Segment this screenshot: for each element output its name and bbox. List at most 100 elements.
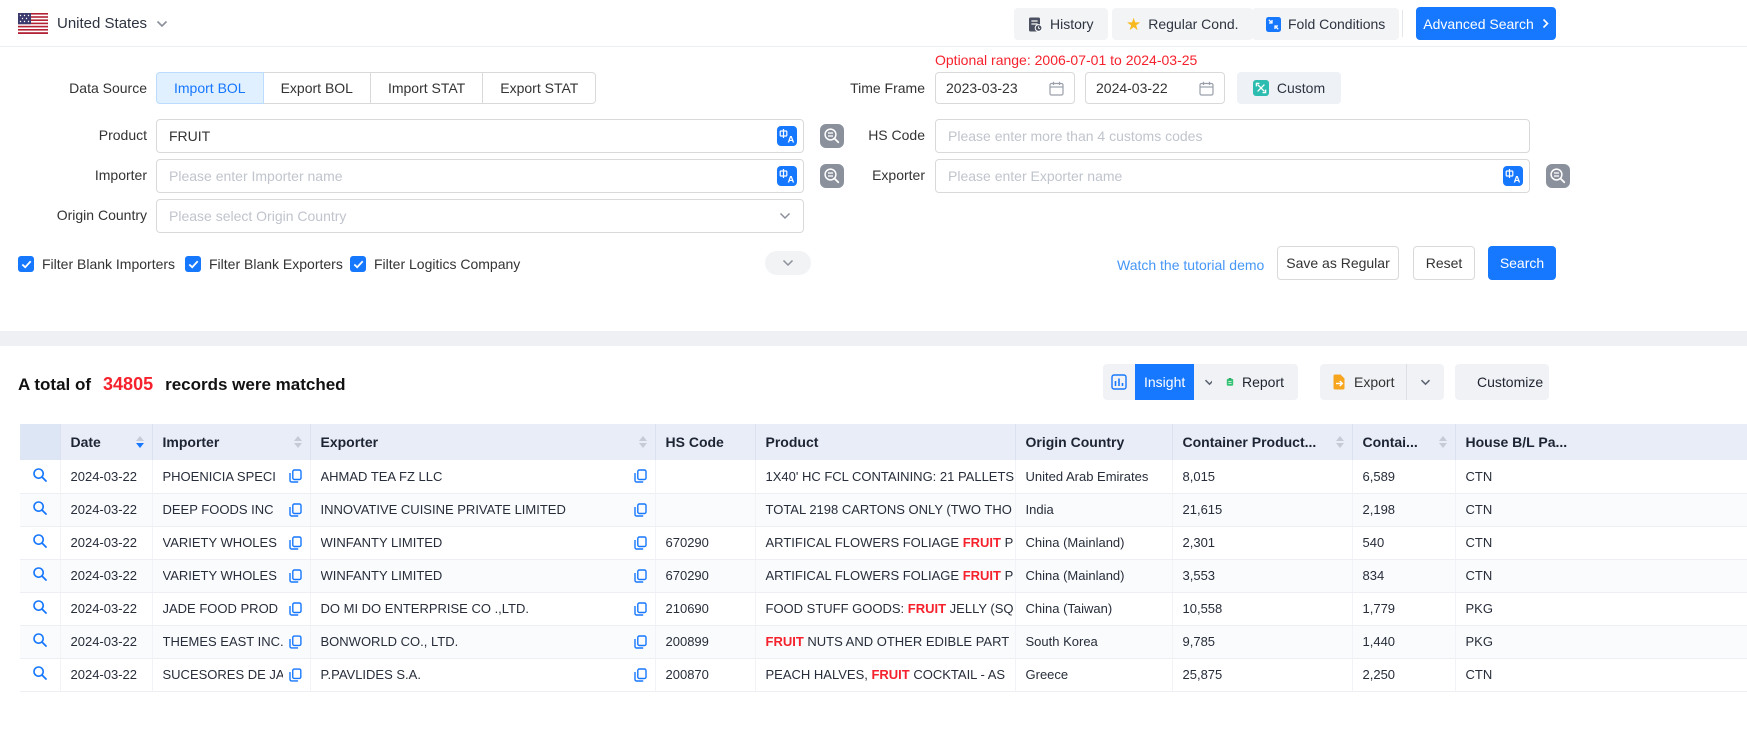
row-search-icon[interactable]: [32, 533, 48, 549]
container-cell: 540: [1352, 526, 1455, 559]
row-search-icon[interactable]: [32, 665, 48, 681]
container-cell: 1,440: [1352, 625, 1455, 658]
copy-icon[interactable]: [634, 569, 647, 583]
copy-icon[interactable]: [634, 503, 647, 517]
importer-label: Importer: [0, 167, 147, 183]
product-input[interactable]: [156, 119, 804, 153]
date-from-input[interactable]: 2023-03-23: [935, 72, 1075, 104]
col-container[interactable]: Contai...: [1352, 424, 1455, 460]
filter-blank-importers-checkbox[interactable]: Filter Blank Importers: [18, 256, 175, 272]
tab-export-stat[interactable]: Export STAT: [482, 72, 596, 104]
filter-logitics-company-checkbox[interactable]: Filter Logitics Company: [350, 256, 520, 272]
importer-input[interactable]: [156, 159, 804, 193]
col-date[interactable]: Date: [60, 424, 152, 460]
table-row[interactable]: 2024-03-22 SUCESORES DE JA P.PAVLIDES S.…: [20, 658, 1747, 691]
sort-icon[interactable]: [294, 436, 302, 448]
calendar-icon: [1049, 81, 1064, 96]
exporter-name: BONWORLD CO., LTD.: [321, 634, 628, 649]
copy-icon[interactable]: [634, 536, 647, 550]
keyword-highlight: FRUIT: [908, 601, 946, 616]
regular-cond-button[interactable]: ★ Regular Cond.: [1112, 8, 1253, 40]
exporter-input[interactable]: [935, 159, 1530, 193]
table-row[interactable]: 2024-03-22 JADE FOOD PROD DO MI DO ENTER…: [20, 592, 1747, 625]
container-product-cell: 2,301: [1172, 526, 1352, 559]
col-product[interactable]: Product: [755, 424, 1015, 460]
col-origin-country[interactable]: Origin Country: [1015, 424, 1172, 460]
copy-icon[interactable]: [634, 635, 647, 649]
sort-icon[interactable]: [639, 436, 647, 448]
translate-icon[interactable]: A: [1503, 166, 1523, 186]
search-button[interactable]: Search: [1488, 246, 1556, 280]
origin-country-cell: China (Taiwan): [1015, 592, 1172, 625]
copy-icon[interactable]: [289, 602, 302, 616]
col-hs-code[interactable]: HS Code: [655, 424, 755, 460]
table-row[interactable]: 2024-03-22 PHOENICIA SPECI AHMAD TEA FZ …: [20, 460, 1747, 493]
copy-icon[interactable]: [289, 635, 302, 649]
custom-button[interactable]: Custom: [1237, 72, 1341, 104]
hs-code-input[interactable]: [935, 119, 1530, 153]
product-cell: ARTIFICAL FLOWERS FOLIAGE FRUIT P: [755, 559, 1015, 592]
importer-name: VARIETY WHOLES: [163, 568, 283, 583]
row-search-icon[interactable]: [32, 599, 48, 615]
fold-conditions-button[interactable]: Fold Conditions: [1252, 8, 1399, 40]
checkbox-label: Filter Blank Importers: [42, 256, 175, 272]
copy-icon[interactable]: [289, 668, 302, 682]
tab-import-stat[interactable]: Import STAT: [370, 72, 483, 104]
filter-blank-exporters-checkbox[interactable]: Filter Blank Exporters: [185, 256, 343, 272]
table-row[interactable]: 2024-03-22 VARIETY WHOLES WINFANTY LIMIT…: [20, 559, 1747, 592]
origin-country-placeholder: Please select Origin Country: [169, 208, 346, 224]
copy-icon[interactable]: [289, 469, 302, 483]
insight-button[interactable]: Insight: [1103, 364, 1224, 400]
date-to-input[interactable]: 2024-03-22: [1085, 72, 1225, 104]
row-search-cell: [20, 592, 60, 625]
origin-country-select[interactable]: Please select Origin Country: [156, 199, 804, 233]
product-label: Product: [0, 127, 147, 143]
save-as-regular-button[interactable]: Save as Regular: [1277, 246, 1399, 280]
sort-icon[interactable]: [1336, 436, 1344, 448]
report-button[interactable]: Report: [1212, 364, 1298, 400]
chevron-down-icon: [779, 212, 791, 220]
sort-icon[interactable]: [136, 436, 144, 448]
collapse-conditions-button[interactable]: [765, 251, 811, 275]
history-button[interactable]: History: [1014, 8, 1108, 40]
country-selector[interactable]: United States: [18, 12, 168, 35]
copy-icon[interactable]: [634, 469, 647, 483]
report-label: Report: [1242, 374, 1284, 390]
row-search-icon[interactable]: [32, 632, 48, 648]
container-cell: 2,198: [1352, 493, 1455, 526]
tab-import-bol[interactable]: Import BOL: [156, 72, 264, 104]
col-container-product[interactable]: Container Product...: [1172, 424, 1352, 460]
row-search-icon[interactable]: [32, 566, 48, 582]
insight-label: Insight: [1135, 364, 1194, 400]
customize-label: Customize: [1477, 374, 1543, 390]
tab-export-bol[interactable]: Export BOL: [263, 72, 371, 104]
col-exporter[interactable]: Exporter: [310, 424, 655, 460]
sort-icon[interactable]: [1439, 436, 1447, 448]
row-search-icon[interactable]: [32, 500, 48, 516]
chevron-down-icon[interactable]: [1406, 364, 1444, 400]
copy-icon[interactable]: [634, 602, 647, 616]
row-search-cell: [20, 460, 60, 493]
advanced-search-button[interactable]: Advanced Search: [1416, 7, 1556, 40]
importer-name: THEMES EAST INC.: [163, 634, 283, 649]
col-house-bl[interactable]: House B/L Pa...: [1455, 424, 1747, 460]
container-product-cell: 3,553: [1172, 559, 1352, 592]
fold-conditions-label: Fold Conditions: [1288, 16, 1385, 32]
export-button[interactable]: Export: [1320, 364, 1444, 400]
reset-button[interactable]: Reset: [1413, 246, 1475, 280]
exporter-cell: AHMAD TEA FZ LLC: [310, 460, 655, 493]
origin-country-cell: China (Mainland): [1015, 559, 1172, 592]
date-cell: 2024-03-22: [60, 592, 152, 625]
col-importer[interactable]: Importer: [152, 424, 310, 460]
tutorial-link[interactable]: Watch the tutorial demo: [1117, 257, 1264, 273]
table-row[interactable]: 2024-03-22 DEEP FOODS INC INNOVATIVE CUI…: [20, 493, 1747, 526]
customize-button[interactable]: Customize: [1455, 364, 1549, 400]
row-search-icon[interactable]: [32, 467, 48, 483]
table-row[interactable]: 2024-03-22 THEMES EAST INC. BONWORLD CO.…: [20, 625, 1747, 658]
copy-icon[interactable]: [634, 668, 647, 682]
copy-icon[interactable]: [289, 503, 302, 517]
copy-icon[interactable]: [289, 536, 302, 550]
exact-match-toggle[interactable]: [1546, 164, 1570, 188]
table-row[interactable]: 2024-03-22 VARIETY WHOLES WINFANTY LIMIT…: [20, 526, 1747, 559]
copy-icon[interactable]: [289, 569, 302, 583]
